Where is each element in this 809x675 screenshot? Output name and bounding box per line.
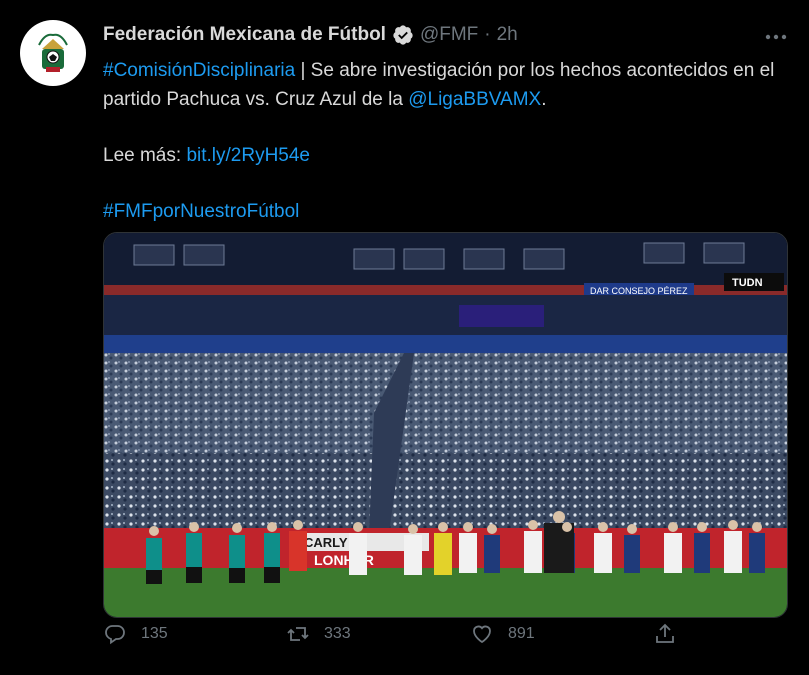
like-button[interactable]: 891: [470, 622, 535, 646]
share-button[interactable]: [653, 622, 677, 646]
stadium-photo: DAR CONSEJO PÉREZ TUDN CARLY LONHAR: [104, 233, 787, 617]
banner-text-3: CARLY: [304, 535, 348, 550]
tweet-paragraph-1: #ComisiónDisciplinaria | Se abre investi…: [103, 56, 783, 114]
tweet-text: #ComisiónDisciplinaria | Se abre investi…: [103, 56, 783, 226]
hashtag-comision[interactable]: #ComisiónDisciplinaria: [103, 60, 295, 81]
retweet-icon: [287, 627, 309, 641]
reply-button[interactable]: 135: [103, 622, 168, 646]
reply-icon: [105, 625, 125, 645]
share-icon: [656, 623, 674, 643]
tweet-paragraph-2: Lee más: bit.ly/2RyH54e: [103, 141, 783, 170]
more-options-icon[interactable]: [765, 22, 787, 44]
banner-text-1: DAR CONSEJO PÉREZ: [590, 286, 688, 296]
display-name[interactable]: Federación Mexicana de Fútbol: [103, 22, 386, 48]
tweet-header: Federación Mexicana de Fútbol @FMF · 2h: [103, 22, 518, 48]
mention-liga[interactable]: @LigaBBVAMX: [408, 89, 541, 110]
tweet-paragraph-3: #FMFporNuestroFútbol: [103, 197, 783, 226]
handle[interactable]: @FMF: [420, 22, 478, 48]
separator-dot: ·: [484, 24, 491, 45]
read-more-label: Lee más:: [103, 145, 187, 166]
tweet-card[interactable]: Federación Mexicana de Fútbol @FMF · 2h …: [0, 0, 809, 675]
reply-count: 135: [141, 625, 168, 642]
read-more-link[interactable]: bit.ly/2RyH54e: [186, 145, 310, 166]
heart-icon: [473, 625, 491, 644]
like-count: 891: [508, 625, 535, 642]
tweet-media-photo[interactable]: DAR CONSEJO PÉREZ TUDN CARLY LONHAR: [103, 232, 788, 618]
fmf-crest-icon: [38, 33, 68, 72]
retweet-button[interactable]: 333: [286, 622, 351, 646]
tweet-text-1-end: .: [541, 89, 547, 110]
retweet-count: 333: [324, 625, 351, 642]
hashtag-fmf[interactable]: #FMFporNuestroFútbol: [103, 201, 299, 222]
verified-badge-icon: [392, 24, 414, 46]
timestamp[interactable]: 2h: [497, 22, 518, 48]
banner-text-2: TUDN: [732, 277, 763, 289]
avatar[interactable]: [20, 20, 86, 86]
